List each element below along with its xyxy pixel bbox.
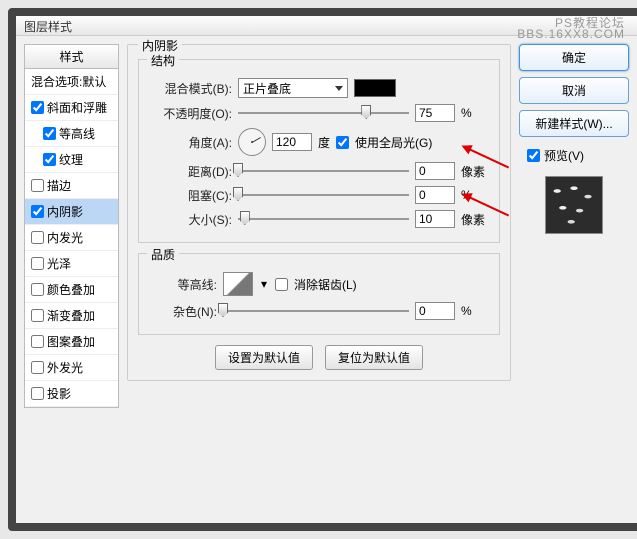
quality-group: 品质 等高线: ▾ 消除锯齿(L) 杂色(N): % (138, 253, 500, 335)
preview-checkbox[interactable] (527, 149, 540, 162)
noise-label: 杂色(N): (147, 303, 217, 320)
chevron-down-icon[interactable]: ▾ (259, 277, 269, 291)
new-style-button[interactable]: 新建样式(W)... (519, 110, 629, 137)
inner-shadow-group: 内阴影 结构 混合模式(B): 正片叠底 不透明度(O): (127, 44, 511, 381)
noise-unit: % (461, 304, 491, 318)
distance-slider[interactable] (238, 162, 409, 180)
choke-slider[interactable] (238, 186, 409, 204)
dialog-title: 图层样式 (24, 20, 72, 34)
checkbox[interactable] (43, 153, 56, 166)
cancel-button[interactable]: 取消 (519, 77, 629, 104)
style-satin[interactable]: 光泽 (25, 251, 118, 277)
checkbox[interactable] (31, 283, 44, 296)
structure-group: 结构 混合模式(B): 正片叠底 不透明度(O): % (138, 59, 500, 243)
opacity-label: 不透明度(O): (147, 105, 232, 122)
distance-label: 距离(D): (147, 163, 232, 180)
ok-button[interactable]: 确定 (519, 44, 629, 71)
checkbox[interactable] (31, 361, 44, 374)
noise-slider[interactable] (223, 302, 409, 320)
size-label: 大小(S): (147, 211, 232, 228)
structure-title: 结构 (147, 52, 179, 69)
noise-input[interactable] (415, 302, 455, 320)
opacity-unit: % (461, 106, 491, 120)
styles-list: 混合选项:默认 斜面和浮雕 等高线 纹理 描边 内阴影 内发光 光泽 颜色叠加 … (24, 69, 119, 408)
style-outer-glow[interactable]: 外发光 (25, 355, 118, 381)
blend-mode-label: 混合模式(B): (147, 80, 232, 97)
size-input[interactable] (415, 210, 455, 228)
checkbox[interactable] (31, 231, 44, 244)
choke-input[interactable] (415, 186, 455, 204)
style-contour[interactable]: 等高线 (25, 121, 118, 147)
size-unit: 像素 (461, 211, 491, 228)
checkbox[interactable] (31, 335, 44, 348)
style-bevel-emboss[interactable]: 斜面和浮雕 (25, 95, 118, 121)
quality-title: 品质 (147, 246, 179, 263)
distance-input[interactable] (415, 162, 455, 180)
angle-unit: 度 (318, 134, 330, 151)
style-drop-shadow[interactable]: 投影 (25, 381, 118, 407)
style-blending-options[interactable]: 混合选项:默认 (25, 69, 118, 95)
opacity-input[interactable] (415, 104, 455, 122)
style-inner-shadow[interactable]: 内阴影 (25, 199, 118, 225)
antialias-label: 消除锯齿(L) (294, 276, 357, 293)
make-default-button[interactable]: 设置为默认值 (215, 345, 313, 370)
checkbox[interactable] (31, 309, 44, 322)
global-light-checkbox[interactable] (336, 136, 349, 149)
reset-default-button[interactable]: 复位为默认值 (325, 345, 423, 370)
chevron-down-icon (335, 86, 343, 91)
watermark: PS教程论坛 BBS.16XX8.COM (517, 18, 625, 40)
contour-picker[interactable] (223, 272, 253, 296)
angle-wheel[interactable] (238, 128, 266, 156)
checkbox[interactable] (31, 205, 44, 218)
angle-label: 角度(A): (147, 134, 232, 151)
global-light-label: 使用全局光(G) (355, 134, 432, 151)
styles-header: 样式 (24, 44, 119, 69)
right-panel: 确定 取消 新建样式(W)... 预览(V) (519, 44, 629, 515)
layer-style-dialog: 图层样式 PS教程论坛 BBS.16XX8.COM 样式 混合选项:默认 斜面和… (8, 8, 637, 531)
style-stroke[interactable]: 描边 (25, 173, 118, 199)
style-inner-glow[interactable]: 内发光 (25, 225, 118, 251)
styles-panel: 样式 混合选项:默认 斜面和浮雕 等高线 纹理 描边 内阴影 内发光 光泽 颜色… (24, 44, 119, 515)
distance-unit: 像素 (461, 163, 491, 180)
checkbox[interactable] (31, 257, 44, 270)
shadow-color-swatch[interactable] (354, 79, 396, 97)
choke-label: 阻塞(C): (147, 187, 232, 204)
contour-label: 等高线: (147, 276, 217, 293)
style-gradient-overlay[interactable]: 渐变叠加 (25, 303, 118, 329)
preview-label: 预览(V) (544, 147, 584, 164)
blend-mode-dropdown[interactable]: 正片叠底 (238, 78, 348, 98)
settings-panel: 内阴影 结构 混合模式(B): 正片叠底 不透明度(O): (127, 44, 511, 515)
size-slider[interactable] (238, 210, 409, 228)
angle-input[interactable] (272, 133, 312, 151)
opacity-slider[interactable] (238, 104, 409, 122)
preview-thumbnail (545, 176, 603, 234)
antialias-checkbox[interactable] (275, 278, 288, 291)
style-color-overlay[interactable]: 颜色叠加 (25, 277, 118, 303)
checkbox[interactable] (31, 179, 44, 192)
style-pattern-overlay[interactable]: 图案叠加 (25, 329, 118, 355)
checkbox[interactable] (31, 387, 44, 400)
checkbox[interactable] (43, 127, 56, 140)
checkbox[interactable] (31, 101, 44, 114)
style-texture[interactable]: 纹理 (25, 147, 118, 173)
